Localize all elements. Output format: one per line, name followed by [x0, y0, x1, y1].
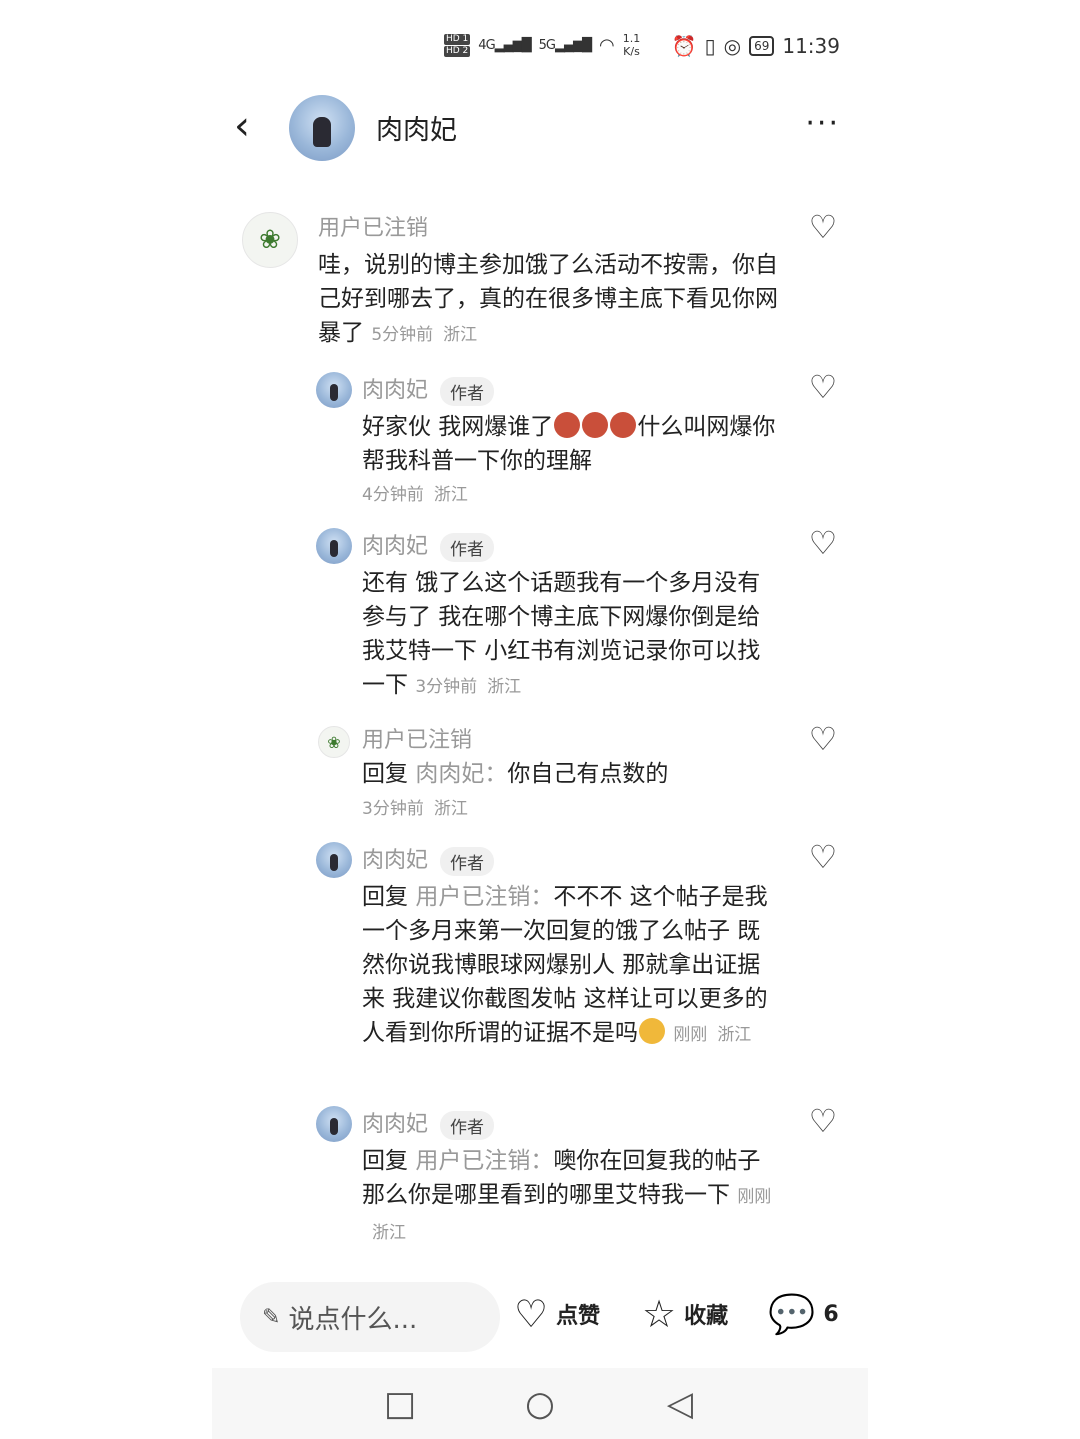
status-bar: HD 1 HD 2 4G▂▄▆█ 5G▂▄▆█ ◠ 1.1 K/s ⏰ ▯ ◎ … — [212, 30, 868, 70]
like-heart-icon[interactable]: ♡ — [806, 526, 840, 560]
comment-text[interactable]: 哇，说别的博主参加饿了么活动不按需，你自己好到哪去了，真的在很多博主底下看见你网… — [318, 248, 778, 352]
like-heart-icon[interactable]: ♡ — [806, 840, 840, 874]
back-icon[interactable]: ‹ — [234, 104, 274, 148]
signal-4g-icon: 4G▂▄▆█ — [478, 37, 531, 53]
comment-text[interactable]: 还有 饿了么这个话题我有一个多月没有参与了 我在哪个博主底下网爆你倒是给我艾特一… — [362, 566, 782, 704]
author-avatar-small[interactable] — [316, 1106, 352, 1142]
hd1-badge: HD 1 — [444, 33, 471, 45]
comment-meta: 3分钟前 浙江 — [415, 677, 522, 697]
comment-meta: 4分钟前 浙江 — [362, 485, 468, 505]
comment-input-placeholder: 说点什么... — [288, 1304, 418, 1335]
network-speed: 1.1 K/s — [622, 32, 641, 58]
alarm-icon: ⏰ — [671, 34, 697, 58]
bottom-action-bar: ✎ 说点什么... ♡ 点赞 ☆ 收藏 💬 6 — [212, 1280, 868, 1352]
back-triangle-icon[interactable]: ◁ — [660, 1384, 700, 1424]
wifi-icon: ◠ — [599, 34, 615, 56]
author-tag: 作者 — [440, 1110, 495, 1140]
reply-to-name[interactable]: 肉肉妃： — [415, 761, 507, 787]
system-nav-bar: □ ○ ◁ — [212, 1368, 868, 1439]
commenter-name[interactable]: 肉肉妃 作者 — [362, 842, 495, 876]
author-avatar[interactable] — [289, 95, 355, 161]
author-tag: 作者 — [440, 846, 495, 876]
more-options-icon[interactable]: ··· — [805, 106, 840, 141]
comment-input[interactable]: ✎ 说点什么... — [240, 1282, 500, 1352]
collect-button[interactable]: ☆ 收藏 — [642, 1292, 728, 1336]
network-indicators: HD 1 HD 2 4G▂▄▆█ 5G▂▄▆█ ◠ 1.1 K/s — [444, 32, 640, 58]
broccoli-icon: ❀ — [327, 732, 341, 752]
clock: 11:39 — [782, 34, 840, 58]
commenter-name[interactable]: 用户已注销 — [318, 210, 428, 242]
page-header: ‹ 肉肉妃 ··· — [212, 94, 868, 161]
recents-square-icon[interactable]: □ — [380, 1384, 420, 1424]
shrug-emoji-icon — [639, 1018, 665, 1044]
vibrate-icon: ▯ — [704, 34, 716, 58]
author-avatar-small[interactable] — [316, 372, 352, 408]
author-avatar-small[interactable] — [316, 842, 352, 878]
hd2-badge: HD 2 — [444, 45, 471, 57]
commenter-name[interactable]: 肉肉妃 作者 — [362, 1106, 495, 1140]
commenter-name[interactable]: 用户已注销 — [362, 722, 472, 754]
like-heart-icon[interactable]: ♡ — [806, 210, 840, 244]
like-heart-icon[interactable]: ♡ — [806, 370, 840, 404]
author-avatar-small[interactable] — [316, 528, 352, 564]
angry-emoji-icon — [610, 412, 637, 438]
battery-icon: 69 — [749, 36, 775, 56]
like-button[interactable]: ♡ 点赞 — [514, 1292, 600, 1336]
reply-to-name[interactable]: 用户已注销： — [415, 1148, 553, 1174]
star-icon: ☆ — [642, 1292, 677, 1336]
comment-button[interactable]: 💬 6 — [768, 1292, 839, 1336]
user-avatar-small[interactable]: ❀ — [318, 726, 350, 758]
author-name[interactable]: 肉肉妃 — [376, 108, 457, 147]
comment-text[interactable]: 回复 肉肉妃：你自己有点数的 — [362, 757, 782, 791]
author-tag: 作者 — [440, 532, 495, 562]
broccoli-icon: ❀ — [259, 225, 281, 255]
comment-meta: 刚刚浙江 — [673, 1025, 752, 1045]
comment-text[interactable]: 回复 用户已注销：不不不 这个帖子是我一个多月来第一次回复的饿了么帖子 既然你说… — [362, 880, 782, 1052]
heart-icon: ♡ — [514, 1292, 549, 1336]
like-heart-icon[interactable]: ♡ — [806, 1104, 840, 1138]
commenter-name[interactable]: 肉肉妃 作者 — [362, 372, 495, 406]
comment-bubble-icon: 💬 — [768, 1292, 816, 1336]
commenter-name[interactable]: 肉肉妃 作者 — [362, 528, 495, 562]
nfc-icon: ◎ — [723, 34, 742, 58]
comment-text[interactable]: 好家伙 我网爆谁了 什么叫网爆你帮我科普一下你的理解 — [362, 410, 782, 478]
pencil-icon: ✎ — [262, 1304, 281, 1330]
comment-meta: 5分钟前 浙江 — [371, 325, 478, 345]
system-indicators: ⏰ ▯ ◎ 69 11:39 — [672, 34, 840, 58]
phone-screen: HD 1 HD 2 4G▂▄▆█ 5G▂▄▆█ ◠ 1.1 K/s ⏰ ▯ ◎ … — [212, 0, 868, 1439]
reply-to-name[interactable]: 用户已注销： — [415, 884, 553, 910]
author-tag: 作者 — [440, 376, 495, 406]
user-avatar[interactable]: ❀ — [242, 212, 298, 268]
comment-meta: 3分钟前 浙江 — [362, 799, 468, 819]
like-heart-icon[interactable]: ♡ — [806, 722, 840, 756]
home-circle-icon[interactable]: ○ — [520, 1384, 560, 1424]
signal-5g-icon: 5G▂▄▆█ — [538, 37, 592, 53]
hd-badges: HD 1 HD 2 — [444, 33, 471, 58]
angry-emoji-icon — [554, 412, 581, 438]
comment-text[interactable]: 回复 用户已注销：噢你在回复我的帖子 那么你是哪里看到的哪里艾特我一下 刚刚浙江 — [362, 1144, 782, 1250]
angry-emoji-icon — [582, 412, 609, 438]
